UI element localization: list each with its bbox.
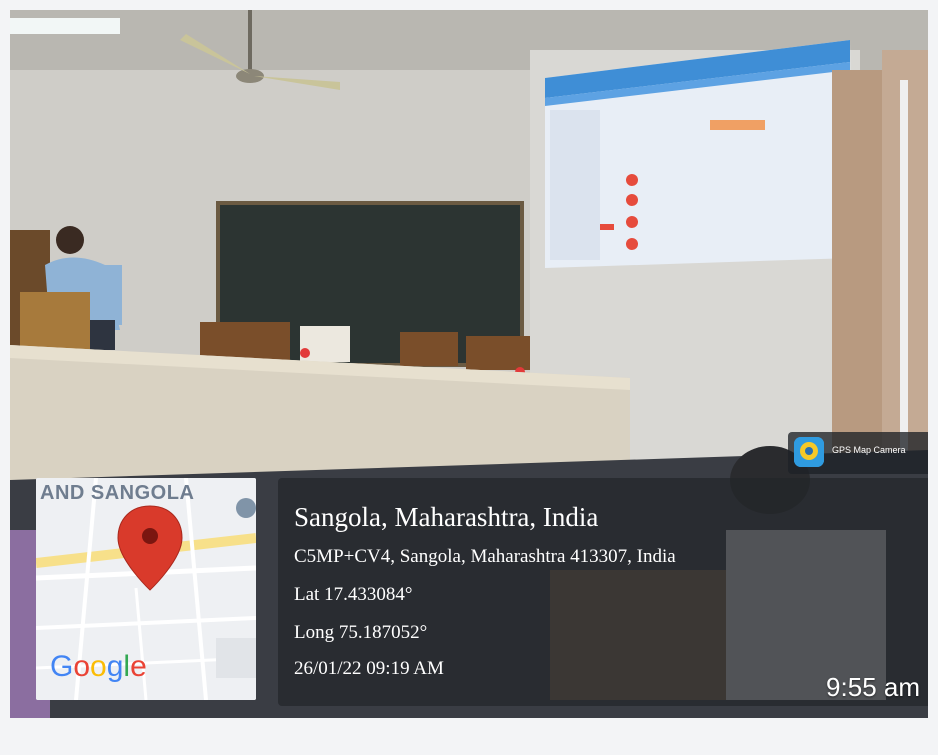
- google-logo-letter: o: [90, 650, 107, 683]
- podium: [20, 292, 90, 354]
- google-logo: Google: [50, 650, 147, 684]
- date-time: 26/01/22 09:19 AM: [294, 658, 444, 679]
- google-logo-text: Google: [50, 650, 147, 683]
- google-logo-letter: G: [50, 650, 74, 683]
- map-thumbnail: AND SANGOLA Google: [36, 478, 256, 700]
- app-label: GPS Map Camera: [832, 445, 906, 455]
- longitude: Long 75.187052°: [294, 622, 428, 643]
- poi-icon: [236, 498, 256, 518]
- google-logo-letter: o: [73, 650, 91, 683]
- google-logo-letter: g: [106, 650, 124, 683]
- tube-light: [10, 18, 120, 34]
- time-stamp: 9:55 am: [826, 672, 920, 702]
- projection-screen: [545, 40, 852, 268]
- map-area-label: AND SANGOLA: [40, 482, 195, 504]
- photo: AND SANGOLA Google Sangola, Maharashtra,…: [10, 10, 928, 718]
- app-badge: GPS Map Camera: [788, 432, 928, 474]
- address: C5MP+CV4, Sangola, Maharashtra 413307, I…: [294, 546, 676, 567]
- gps-map-camera-icon: [794, 437, 824, 467]
- latitude: Lat 17.433084°: [294, 584, 413, 605]
- google-logo-letter: e: [130, 650, 147, 683]
- place-title: Sangola, Maharashtra, India: [294, 502, 599, 532]
